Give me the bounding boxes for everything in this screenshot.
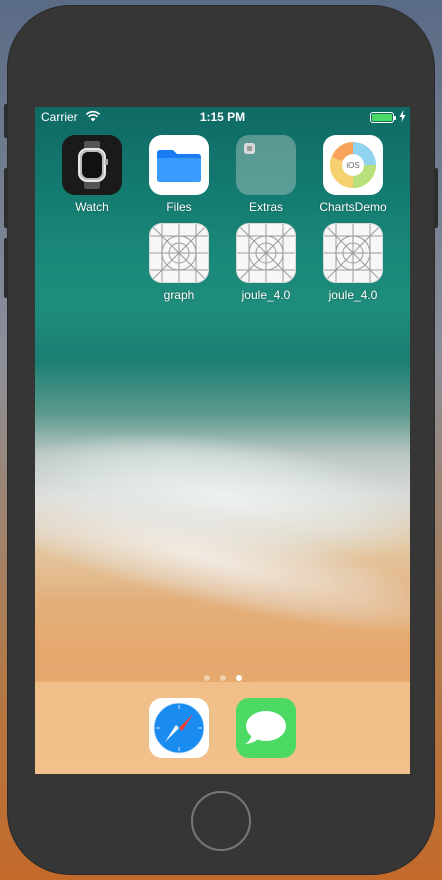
battery-icon [370,112,396,123]
app-label: joule_4.0 [241,288,291,302]
mute-switch[interactable] [4,104,8,138]
home-screen: Carrier 1:15 PM Watch Files Extras iOS C… [35,107,410,774]
charts-demo-badge: iOS [346,161,359,170]
folder-extras[interactable]: Extras [226,135,306,214]
extras-folder-icon [236,135,296,195]
power-button[interactable] [434,168,438,228]
charts-demo-icon: iOS [323,135,383,195]
status-time: 1:15 PM [199,110,246,124]
charging-bolt-icon [399,110,406,122]
app-label: Extras [248,200,283,214]
app-joule[interactable]: joule_4.0 [226,223,306,302]
app-label: graph [163,288,195,302]
placeholder-app-icon [149,223,209,283]
watch-icon [62,135,122,195]
page-dot[interactable] [203,675,210,681]
app-watch[interactable]: Watch [52,135,132,214]
volume-down-button[interactable] [4,238,8,298]
volume-up-button[interactable] [4,168,8,228]
app-files[interactable]: Files [139,135,219,214]
page-dot[interactable] [219,675,226,681]
app-chartsdemo[interactable]: iOS ChartsDemo [313,135,393,214]
safari-compass-icon [149,698,209,758]
messages-bubble-icon [236,698,296,758]
status-bar: Carrier 1:15 PM [35,107,410,127]
placeholder-app-icon [236,223,296,283]
dock-app-messages[interactable] [226,698,306,758]
app-label: ChartsDemo [319,200,387,214]
app-label: Watch [75,200,109,214]
placeholder-app-icon [323,223,383,283]
files-folder-icon [149,135,209,195]
app-label: joule_4.0 [328,288,378,302]
page-dot-active[interactable] [235,675,242,681]
app-label: Files [166,200,192,214]
app-joule[interactable]: joule_4.0 [313,223,393,302]
app-graph[interactable]: graph [139,223,219,302]
dock [35,682,410,774]
dock-app-safari[interactable] [139,698,219,758]
home-button[interactable] [191,791,251,851]
